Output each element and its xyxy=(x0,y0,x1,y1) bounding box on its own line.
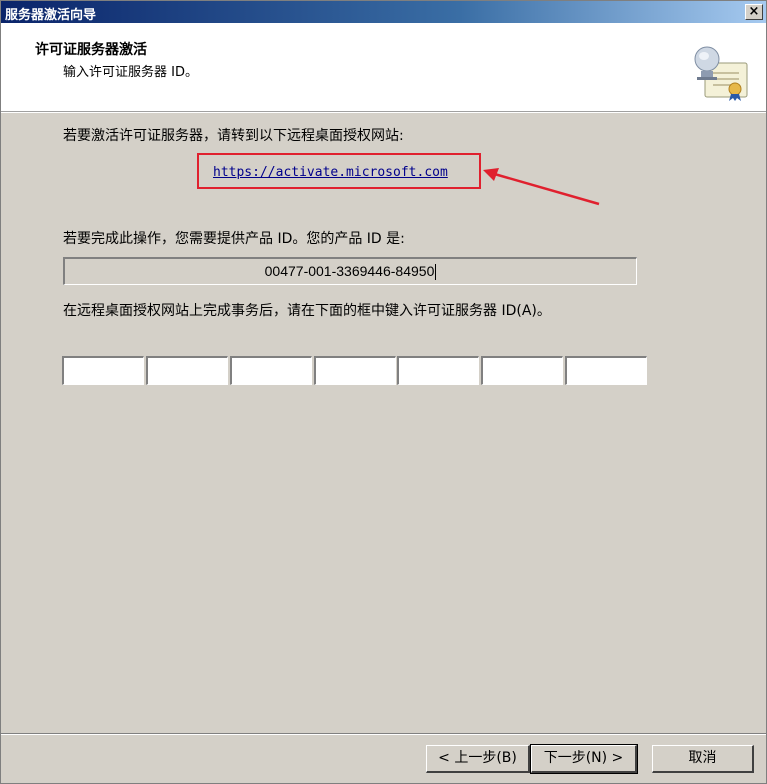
window-title: 服务器激活向导 xyxy=(5,8,97,23)
cancel-button[interactable]: 取消 xyxy=(652,745,754,773)
title-bar[interactable]: 服务器激活向导 × xyxy=(1,1,766,23)
license-id-input-2[interactable] xyxy=(152,362,227,379)
license-id-field-4[interactable] xyxy=(314,356,396,385)
close-icon: × xyxy=(748,4,760,19)
license-id-field-1[interactable] xyxy=(62,356,144,385)
license-id-input-3[interactable] xyxy=(236,362,311,379)
activation-url-link[interactable]: https://activate.microsoft.com xyxy=(213,165,448,180)
certificate-icon xyxy=(694,46,748,101)
url-highlight-box: https://activate.microsoft.com xyxy=(197,153,481,189)
instruction-enter-license-id: 在远程桌面授权网站上完成事务后，请在下面的框中键入许可证服务器 ID(A)。 xyxy=(63,303,551,319)
next-button[interactable]: 下一步(N) > xyxy=(530,744,638,774)
product-id-value: 00477-001-3369446-84950 xyxy=(264,263,435,279)
license-id-input-6[interactable] xyxy=(487,362,562,379)
license-id-field-7[interactable] xyxy=(565,356,647,385)
instruction-product-id: 若要完成此操作，您需要提供产品 ID。您的产品 ID 是: xyxy=(63,231,405,247)
license-id-input-4[interactable] xyxy=(320,362,395,379)
license-id-field-5[interactable] xyxy=(397,356,479,385)
footer-divider-highlight xyxy=(1,734,766,735)
page-subtitle: 输入许可证服务器 ID。 xyxy=(63,65,198,80)
license-id-field-2[interactable] xyxy=(146,356,228,385)
instruction-visit-site: 若要激活许可证服务器，请转到以下远程桌面授权网站: xyxy=(63,128,404,144)
text-caret xyxy=(435,264,437,281)
close-button[interactable]: × xyxy=(745,4,763,20)
wizard-header: 许可证服务器激活 输入许可证服务器 ID。 xyxy=(1,23,766,112)
activation-wizard-window: 服务器激活向导 × 许可证服务器激活 输入许可证服务器 ID。 若要激活许可证服… xyxy=(0,0,767,784)
license-id-field-6[interactable] xyxy=(481,356,563,385)
license-id-input-5[interactable] xyxy=(403,362,478,379)
product-id-field[interactable]: 00477-001-3369446-84950 xyxy=(63,257,637,285)
header-divider xyxy=(1,112,766,113)
page-title: 许可证服务器激活 xyxy=(35,42,147,58)
license-id-input-7[interactable] xyxy=(571,362,646,379)
annotation-arrow xyxy=(483,168,600,206)
back-button[interactable]: < 上一步(B) xyxy=(426,745,530,773)
license-id-field-3[interactable] xyxy=(230,356,312,385)
license-id-input-1[interactable] xyxy=(68,362,143,379)
